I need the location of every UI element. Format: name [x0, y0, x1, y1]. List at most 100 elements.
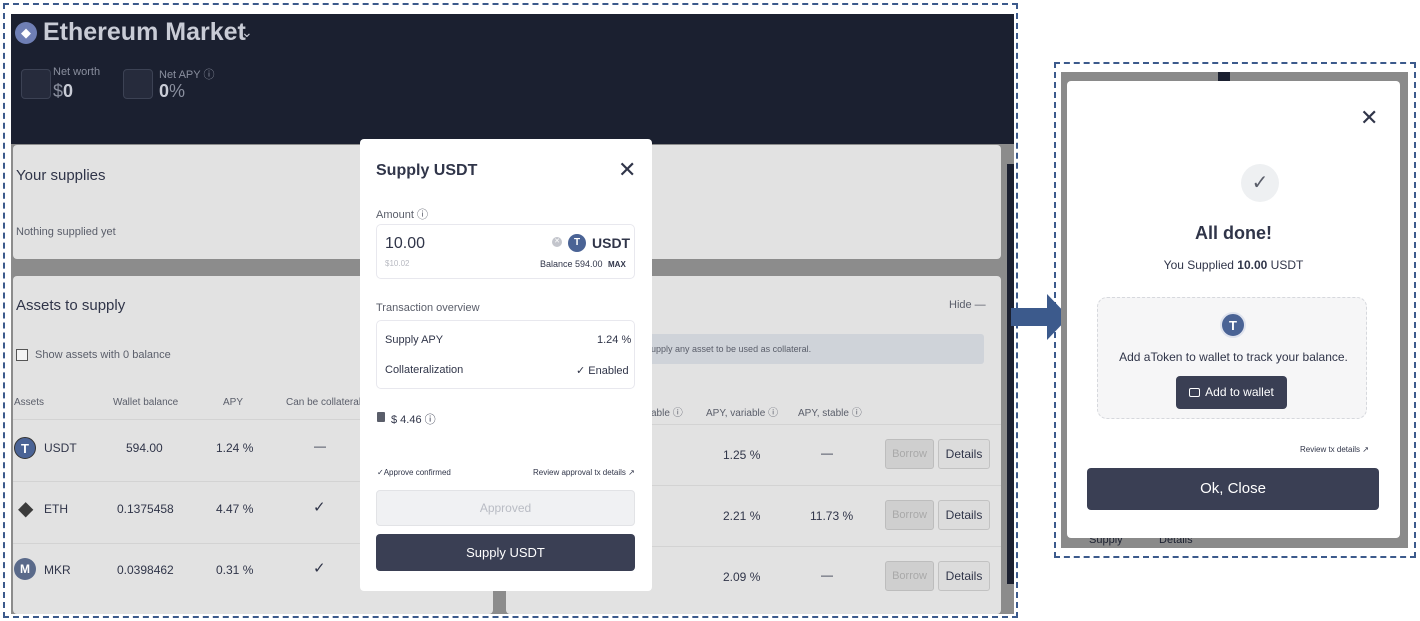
success-check-icon: ✓: [1241, 164, 1279, 202]
borrow-button[interactable]: Borrow: [885, 500, 934, 530]
borrow-button[interactable]: Borrow: [885, 561, 934, 591]
collateralization-value: ✓ Enabled: [576, 364, 629, 377]
collateral-check-icon: ✓: [313, 499, 326, 516]
review-approval-link-text[interactable]: Review approval tx details: [533, 468, 626, 477]
net-apy-number: 0: [159, 81, 170, 101]
dark-strip: [1218, 72, 1230, 81]
collateral-check-icon: ✓: [313, 560, 326, 577]
apy-variable-value: 1.25 %: [723, 448, 761, 462]
supply-apy-label: Supply APY: [385, 334, 444, 346]
net-worth-prefix: $: [53, 81, 64, 101]
asset-symbol: MKR: [44, 563, 71, 577]
page-title[interactable]: Ethereum Market: [43, 18, 246, 47]
close-icon[interactable]: ✕: [1360, 105, 1378, 131]
apy-value: 1.24 %: [216, 441, 254, 455]
info-icon[interactable]: ⓘ: [417, 209, 428, 221]
col-apy-stable: APY, stable ⓘ: [798, 404, 862, 419]
col-can-be-collateral: Can be collateral: [286, 397, 362, 408]
review-approval-link[interactable]: Review approval tx details ↗: [533, 468, 635, 477]
collateral-value: —: [314, 439, 326, 453]
external-link-icon[interactable]: ↗: [628, 468, 635, 477]
amount-input[interactable]: 10.00: [385, 235, 425, 253]
details-button[interactable]: Details: [938, 561, 990, 591]
col-apy-variable: APY, variable ⓘ: [706, 404, 778, 419]
wallet-icon: [1189, 388, 1201, 397]
review-tx-link-text[interactable]: Review tx details: [1300, 445, 1360, 454]
review-tx-link[interactable]: Review tx details ↗: [1300, 445, 1369, 454]
collateral-notice-text: upply any asset to be used as collateral…: [651, 344, 812, 354]
apy-value: 0.31 %: [216, 563, 254, 577]
apy-stable-value: 11.73 %: [810, 509, 854, 523]
external-link-icon[interactable]: ↗: [1362, 445, 1369, 454]
apy-stable-value: —: [821, 568, 833, 582]
transaction-overview-label: Transaction overview: [376, 302, 480, 314]
show-zero-label[interactable]: Show assets with 0 balance: [35, 349, 171, 361]
net-apy-label: Net APY ⓘ: [159, 66, 214, 82]
ethereum-logo-icon: ◆: [15, 22, 37, 44]
ok-close-button[interactable]: Ok, Close: [1087, 468, 1379, 510]
col-available: able ⓘ: [651, 404, 683, 419]
approved-button: Approved: [376, 490, 635, 526]
scrollbar[interactable]: [1007, 164, 1014, 584]
apy-variable-value: 2.09 %: [723, 570, 761, 584]
collateralization-label: Collateralization: [385, 364, 464, 376]
check-icon: ✓: [377, 468, 384, 477]
net-apy-unit: %: [169, 81, 186, 101]
info-icon[interactable]: ⓘ: [203, 69, 214, 81]
amount-usd-value: $10.02: [385, 259, 410, 268]
close-icon[interactable]: ✕: [618, 157, 636, 183]
details-button[interactable]: Details: [938, 439, 990, 469]
collateralization-value-text: Enabled: [588, 365, 629, 377]
gas-estimate: $ 4.46 ⓘ: [391, 411, 436, 427]
details-button[interactable]: Details: [938, 500, 990, 530]
wallet-balance-value: 0.0398462: [117, 563, 174, 577]
gas-estimate-value: $ 4.46: [391, 414, 422, 426]
info-icon[interactable]: ⓘ: [852, 408, 862, 419]
hide-toggle[interactable]: Hide —: [949, 299, 986, 311]
asset-symbol: ETH: [44, 502, 68, 516]
supplied-summary: You Supplied 10.00 USDT: [1067, 258, 1400, 272]
wallet-balance-value: 0.1375458: [117, 502, 174, 516]
clear-icon[interactable]: ✕: [552, 237, 562, 247]
info-icon[interactable]: ⓘ: [673, 408, 683, 419]
apy-stable-value: —: [821, 446, 833, 460]
assets-to-supply-title: Assets to supply: [16, 297, 126, 314]
add-to-wallet-button[interactable]: Add to wallet: [1176, 376, 1287, 409]
add-token-text: Add aToken to wallet to track your balan…: [1119, 350, 1348, 364]
col-apy: APY: [223, 397, 244, 408]
show-zero-checkbox[interactable]: [16, 349, 28, 361]
amount-label-text: Amount: [376, 209, 414, 221]
supplied-prefix: You Supplied: [1163, 258, 1238, 272]
borrow-button[interactable]: Borrow: [885, 439, 934, 469]
apy-value: 4.47 %: [216, 502, 254, 516]
supplied-amount: 10.00: [1237, 258, 1268, 272]
empty-supplies-text: Nothing supplied yet: [16, 226, 116, 238]
approve-confirmed: ✓Approve confirmed: [377, 468, 451, 477]
info-icon[interactable]: ⓘ: [425, 414, 436, 426]
amount-label: Amount ⓘ: [376, 206, 428, 222]
col-assets: Assets: [14, 397, 45, 408]
max-button[interactable]: MAX: [608, 260, 626, 269]
wallet-balance-value: 594.00: [126, 441, 163, 455]
add-to-wallet-label[interactable]: Add to wallet: [1205, 385, 1274, 399]
supply-modal: Supply USDT ✕ Amount ⓘ 10.00 $10.02 ✕ T …: [360, 139, 652, 591]
asset-symbol: USDT: [44, 441, 77, 455]
market-screen: ◆ Ethereum Market ⌄ Net worth $0 Net APY…: [11, 14, 1014, 614]
success-screen: Supply Details ✕ ✓ All done! You Supplie…: [1061, 72, 1408, 548]
col-wallet-balance: Wallet balance: [113, 397, 179, 408]
supplied-suffix: USDT: [1267, 258, 1304, 272]
supply-apy-value: 1.24 %: [597, 334, 632, 346]
all-done-title: All done!: [1195, 223, 1272, 243]
your-supplies-title: Your supplies: [16, 167, 106, 184]
info-icon[interactable]: ⓘ: [768, 408, 778, 419]
net-apy-value: 0%: [159, 81, 185, 102]
supply-usdt-button[interactable]: Supply USDT: [376, 534, 635, 571]
usdt-token-icon: T: [568, 234, 586, 252]
chart-icon: [123, 69, 153, 99]
balance-text: Balance 594.00: [540, 259, 603, 269]
mkr-token-icon: M: [14, 558, 36, 580]
gas-icon: [377, 412, 385, 422]
usdt-token-icon: T: [14, 437, 36, 459]
transaction-overview-box: [376, 320, 635, 389]
chevron-down-icon[interactable]: ⌄: [241, 24, 253, 41]
